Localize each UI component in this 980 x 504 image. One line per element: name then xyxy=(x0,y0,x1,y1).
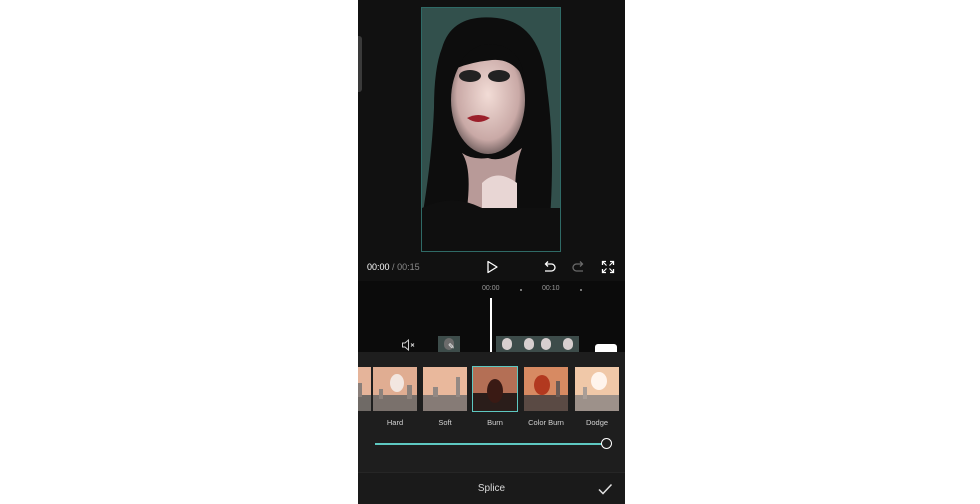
blend-label: Burn xyxy=(487,418,503,427)
playhead[interactable] xyxy=(490,298,492,352)
blend-thumbnail xyxy=(422,366,468,412)
play-button[interactable] xyxy=(484,259,500,275)
edit-pen-icon: ✎ xyxy=(448,342,455,351)
blend-thumbnail xyxy=(574,366,620,412)
video-preview[interactable] xyxy=(421,7,561,252)
blend-item-burn[interactable]: Burn xyxy=(472,366,518,427)
blend-label: Color Burn xyxy=(528,418,564,427)
video-preview-area xyxy=(358,0,625,255)
add-clip-button[interactable] xyxy=(595,344,617,352)
video-frame-image xyxy=(422,8,560,251)
player-controls: 00:00 / 00:15 xyxy=(358,255,625,281)
ruler-label: 00:10 xyxy=(542,285,560,292)
mute-icon[interactable] xyxy=(401,339,417,351)
blend-item-color-burn[interactable]: Color Burn xyxy=(523,366,569,427)
timeline-clip[interactable] xyxy=(535,336,557,352)
blend-mode-panel: Hard Soft Burn Color Burn Dodge xyxy=(358,352,625,472)
ruler-dot xyxy=(520,289,522,291)
opacity-slider-track[interactable] xyxy=(375,443,607,445)
timeline[interactable]: 00:00 00:10 ✎ xyxy=(358,281,625,352)
phone-screen: 00:00 / 00:15 00:00 00:10 ✎ Hard Soft Bu… xyxy=(358,0,625,504)
blend-label: Hard xyxy=(386,418,404,427)
ruler-dot xyxy=(580,289,582,291)
fullscreen-button[interactable] xyxy=(600,259,616,275)
blend-item-partial[interactable] xyxy=(358,366,372,412)
blend-thumbnail xyxy=(358,366,372,412)
blend-thumbnail xyxy=(523,366,569,412)
blend-item-dodge[interactable]: Dodge xyxy=(574,366,620,427)
blend-item-hard[interactable]: Hard xyxy=(372,366,418,427)
blend-thumbnail xyxy=(372,366,418,412)
bottom-bar-title: Splice xyxy=(477,483,506,494)
timeline-clip[interactable] xyxy=(557,336,579,352)
redo-icon xyxy=(572,261,584,272)
fullscreen-icon xyxy=(601,260,615,274)
undo-button[interactable] xyxy=(541,259,557,275)
blend-item-soft[interactable]: Soft xyxy=(422,366,468,427)
side-drawer-handle[interactable] xyxy=(358,36,362,92)
time-readout: 00:00 / 00:15 xyxy=(367,262,420,272)
undo-icon xyxy=(544,261,556,272)
blend-thumbnail-selected xyxy=(472,366,518,412)
blend-label: Soft xyxy=(438,418,452,427)
time-separator: / xyxy=(392,262,395,272)
bottom-bar: Splice xyxy=(358,472,625,504)
ruler-label: 00:00 xyxy=(482,285,500,292)
redo-button[interactable] xyxy=(571,259,587,275)
play-icon xyxy=(487,260,498,274)
opacity-slider-knob[interactable] xyxy=(601,438,612,449)
timeline-clip[interactable] xyxy=(496,336,518,352)
blend-label: Dodge xyxy=(585,418,609,427)
check-icon[interactable] xyxy=(597,481,613,497)
total-time: 00:15 xyxy=(397,262,420,272)
current-time: 00:00 xyxy=(367,262,390,272)
